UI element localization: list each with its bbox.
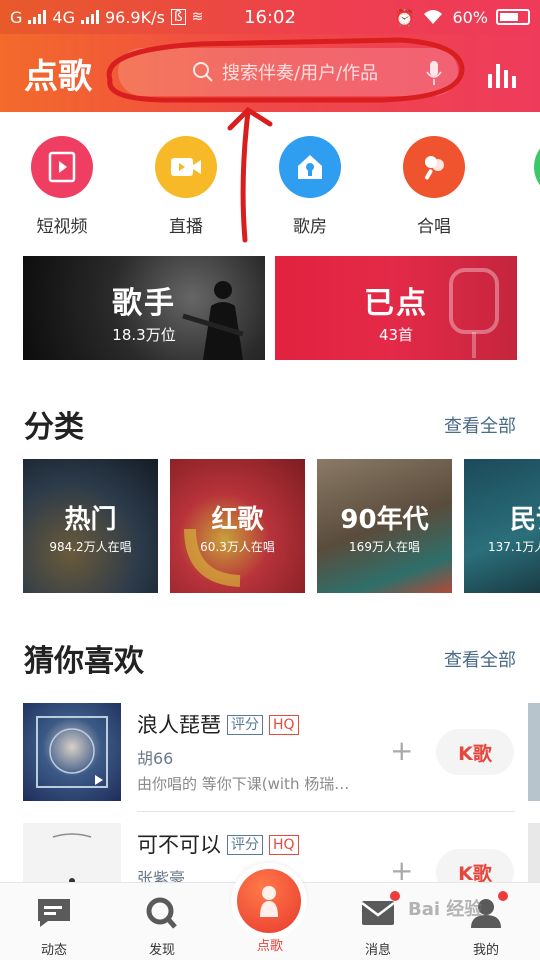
add-to-playlist-icon[interactable]: + bbox=[390, 737, 413, 765]
genre-count: 984.2万人在唱 bbox=[49, 540, 132, 554]
genre-name: 热门 bbox=[64, 505, 117, 535]
k-song-button[interactable]: K歌 bbox=[436, 729, 514, 775]
rating-badge: 评分 bbox=[227, 835, 263, 855]
feed-icon bbox=[38, 899, 70, 927]
ordered-banner-title: 已点 bbox=[364, 286, 428, 321]
database-icon: ≋ bbox=[191, 9, 204, 25]
guess-view-all-link[interactable]: 查看全部 bbox=[444, 646, 516, 672]
song-cover[interactable] bbox=[23, 703, 121, 801]
genre-count: 169万人在唱 bbox=[349, 540, 420, 554]
category-label: 合唱 bbox=[417, 217, 451, 237]
watermark: Bai 经验 bbox=[408, 899, 483, 920]
equalizer-icon[interactable] bbox=[488, 62, 516, 88]
category-short-video[interactable]: 短视频 bbox=[17, 132, 107, 237]
wifi-icon bbox=[424, 10, 443, 24]
signal-icon-2 bbox=[80, 10, 99, 24]
app-screen: G 4G 96.9K/s ß ≋ 16:02 ⏰ 60% 点歌 搜索伴奏/用户/… bbox=[0, 0, 540, 960]
next-card-peek bbox=[528, 823, 540, 883]
ordered-banner[interactable]: 已点 43首 bbox=[275, 256, 517, 360]
genre-name: 民谣 bbox=[510, 505, 540, 535]
genre-tile-red[interactable]: 红歌 60.3万人在唱 bbox=[170, 459, 305, 593]
genre-tile-90s[interactable]: 90年代 169万人在唱 bbox=[317, 459, 452, 593]
genre-count: 137.1万人在唱 bbox=[488, 540, 540, 554]
search-placeholder: 搜索伴奏/用户/作品 bbox=[222, 63, 379, 84]
battery-percent: 60% bbox=[452, 7, 488, 27]
clock: 16:02 bbox=[244, 6, 296, 28]
classify-view-all-link[interactable]: 查看全部 bbox=[444, 412, 516, 438]
search-icon bbox=[193, 62, 213, 82]
search-bar[interactable]: 搜索伴奏/用户/作品 bbox=[118, 48, 458, 96]
discover-icon bbox=[146, 897, 177, 929]
hq-badge: HQ bbox=[269, 715, 299, 735]
nav-label: 发现 bbox=[148, 943, 175, 958]
top-header: 点歌 搜索伴奏/用户/作品 bbox=[0, 34, 540, 112]
nav-feed[interactable]: 动态 bbox=[0, 883, 108, 958]
singer-banner-title: 歌手 bbox=[112, 286, 176, 321]
profile-badge-dot bbox=[498, 891, 508, 901]
ordered-banner-count: 43首 bbox=[378, 326, 414, 344]
short-video-icon bbox=[31, 136, 93, 198]
nav-label: 消息 bbox=[364, 943, 391, 958]
screenshot-icon: ß bbox=[170, 9, 186, 25]
category-song-room[interactable]: 歌房 bbox=[265, 132, 355, 237]
genre-tile-hot[interactable]: 热门 984.2万人在唱 bbox=[23, 459, 158, 593]
live-icon bbox=[155, 136, 217, 198]
mic-icon[interactable] bbox=[426, 60, 442, 86]
category-chorus[interactable]: 合唱 bbox=[389, 132, 479, 237]
category-label: 歌房 bbox=[293, 217, 327, 237]
category-row: 短视频 直播 歌房 合唱 bbox=[0, 132, 540, 242]
list-divider bbox=[137, 811, 515, 812]
song-title-row: 浪人琵琶 评分 HQ bbox=[137, 709, 299, 739]
hq-badge: HQ bbox=[269, 835, 299, 855]
genre-tile-folk[interactable]: 民谣 137.1万人在唱 bbox=[464, 459, 540, 593]
song-singer[interactable]: 胡66 bbox=[137, 745, 173, 769]
net-speed: 96.9K/s bbox=[104, 7, 165, 27]
category-more-peek[interactable] bbox=[520, 132, 540, 198]
message-icon bbox=[361, 901, 395, 925]
alarm-icon: ⏰ bbox=[394, 7, 415, 27]
guess-section-title: 猜你喜欢 bbox=[24, 644, 144, 679]
next-card-peek bbox=[528, 703, 540, 801]
singer-banner[interactable]: 歌手 18.3万位 bbox=[23, 256, 265, 360]
page-title: 点歌 bbox=[24, 56, 92, 97]
category-label: 直播 bbox=[169, 217, 203, 237]
network-label: 4G bbox=[52, 7, 75, 27]
song-title: 浪人琵琶 bbox=[137, 713, 221, 737]
status-bar: G 4G 96.9K/s ß ≋ 16:02 ⏰ 60% bbox=[0, 0, 540, 34]
song-description: 由你唱的 等你下课(with 杨瑞… bbox=[137, 775, 350, 793]
genre-name: 90年代 bbox=[340, 505, 429, 535]
song-title-row: 可不可以 评分 HQ bbox=[137, 829, 299, 859]
genre-count: 60.3万人在唱 bbox=[200, 540, 275, 554]
chorus-icon bbox=[403, 136, 465, 198]
signal-icon bbox=[28, 10, 47, 24]
category-live[interactable]: 直播 bbox=[141, 132, 231, 237]
add-to-playlist-icon[interactable]: + bbox=[390, 857, 413, 885]
sing-icon bbox=[237, 869, 301, 933]
message-badge-dot bbox=[390, 891, 400, 901]
more-category-icon bbox=[534, 136, 540, 198]
genre-name: 红歌 bbox=[211, 505, 264, 535]
sing-button[interactable] bbox=[231, 863, 307, 939]
nav-discover[interactable]: 发现 bbox=[108, 883, 216, 958]
rating-badge: 评分 bbox=[227, 715, 263, 735]
classify-section-title: 分类 bbox=[24, 410, 84, 445]
nav-label: 我的 bbox=[472, 943, 499, 958]
category-label: 短视频 bbox=[36, 217, 88, 237]
song-title: 可不可以 bbox=[137, 833, 221, 857]
carrier-label: G bbox=[10, 7, 23, 27]
nav-label: 动态 bbox=[40, 943, 67, 958]
bottom-nav: 动态 发现 点歌 消息 我的 bbox=[0, 863, 540, 960]
singer-banner-count: 18.3万位 bbox=[112, 326, 176, 344]
battery-icon bbox=[496, 9, 530, 25]
cover-frame-icon bbox=[36, 716, 108, 788]
list-item[interactable]: 浪人琵琶 评分 HQ 胡66 由你唱的 等你下课(with 杨瑞… + K歌 bbox=[0, 703, 540, 815]
song-room-icon bbox=[279, 136, 341, 198]
